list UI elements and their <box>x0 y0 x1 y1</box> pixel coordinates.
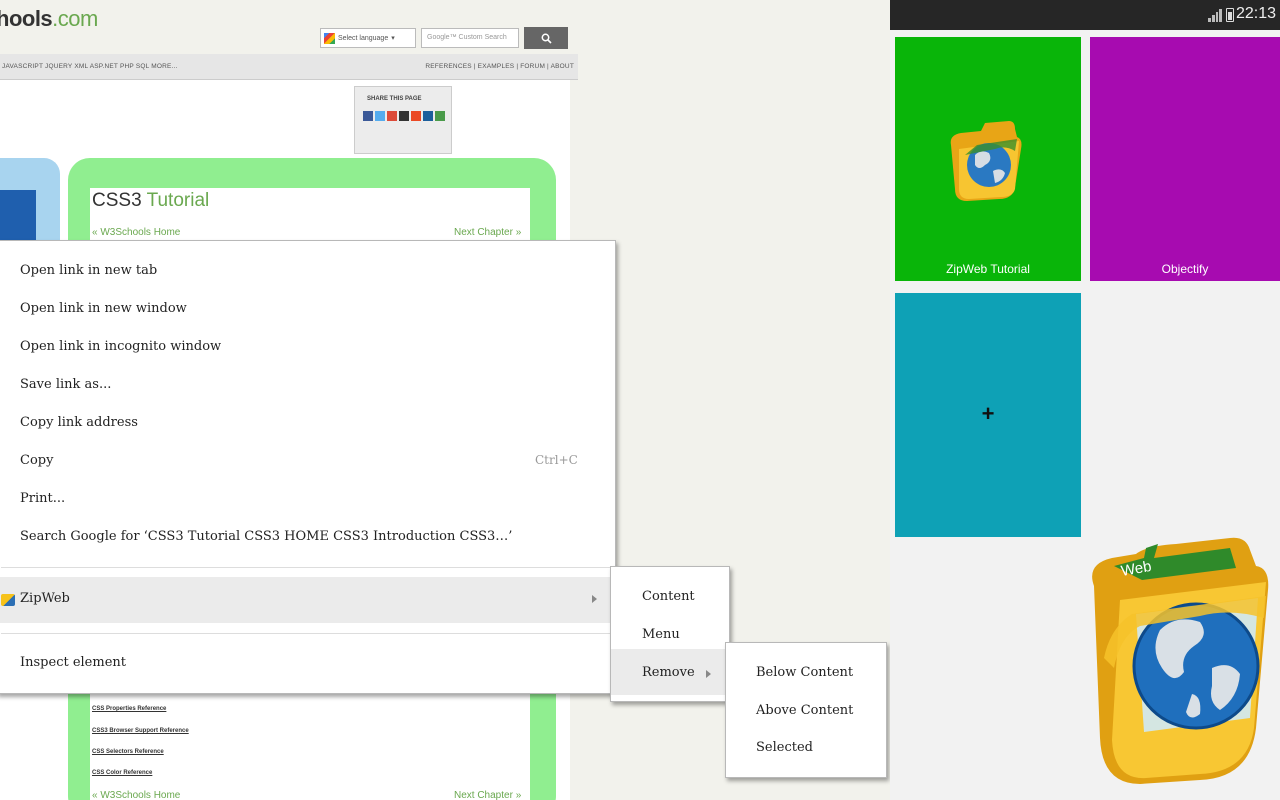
tile-add[interactable]: + <box>895 293 1081 537</box>
topnav-right-links[interactable]: REFERENCES | EXAMPLES | FORUM | ABOUT <box>425 63 574 70</box>
language-select-label: Select language <box>338 34 389 42</box>
logo-text: hools <box>0 6 53 31</box>
status-bar: 22:13 <box>890 0 1280 30</box>
submenu-arrow-icon <box>592 595 597 603</box>
remove-below-content[interactable]: Below Content <box>756 665 853 680</box>
submenu-arrow-icon <box>706 670 711 678</box>
w3schools-logo[interactable]: hools.com <box>0 6 98 32</box>
share-icons <box>363 111 445 121</box>
top-navigation: JAVASCRIPT JQUERY XML ASP.NET PHP SQL MO… <box>0 54 578 80</box>
android-screen: 22:13 ZipWeb Tutorial Objectify + Web <box>890 0 1280 800</box>
submenu-remove[interactable]: Remove <box>611 649 729 695</box>
prev-chapter-link-bottom[interactable]: « W3Schools Home <box>92 790 180 800</box>
battery-icon <box>1226 8 1234 22</box>
menu-copy-link-address[interactable]: Copy link address <box>20 415 138 430</box>
reference-link[interactable]: CSS Color Reference <box>92 770 152 776</box>
reference-link[interactable]: CSS Selectors Reference <box>92 749 164 755</box>
topnav-left-links[interactable]: JAVASCRIPT JQUERY XML ASP.NET PHP SQL MO… <box>2 63 178 70</box>
search-icon <box>541 33 552 44</box>
menu-search-google[interactable]: Search Google for ‘CSS3 Tutorial CSS3 HO… <box>20 529 512 544</box>
zipweb-folder-icon <box>950 121 1022 201</box>
submenu-content[interactable]: Content <box>642 589 695 604</box>
zipweb-icon <box>1 594 15 606</box>
menu-inspect-element[interactable]: Inspect element <box>20 655 126 670</box>
page-title-part1: CSS3 <box>92 190 142 211</box>
menu-divider <box>1 567 611 568</box>
menu-zipweb[interactable]: ZipWeb <box>0 577 615 623</box>
facebook-icon[interactable] <box>363 111 373 121</box>
menu-open-new-window[interactable]: Open link in new window <box>20 301 187 316</box>
status-clock: 22:13 <box>1235 5 1276 22</box>
remove-above-content[interactable]: Above Content <box>756 703 853 718</box>
copy-shortcut: Ctrl+C <box>535 453 578 467</box>
submenu-menu[interactable]: Menu <box>642 627 680 642</box>
menu-save-link[interactable]: Save link as... <box>20 377 111 392</box>
next-chapter-link[interactable]: Next Chapter » <box>454 227 521 238</box>
search-button[interactable] <box>524 27 568 49</box>
remove-submenu: Below Content Above Content Selected <box>725 642 887 778</box>
submenu-remove-label: Remove <box>642 665 695 680</box>
digg-icon[interactable] <box>423 111 433 121</box>
menu-divider <box>1 633 611 634</box>
remove-selected[interactable]: Selected <box>756 740 813 755</box>
tile-label: Objectify <box>1161 262 1209 276</box>
signal-icon <box>1208 8 1222 22</box>
stumble-icon[interactable] <box>411 111 421 121</box>
logo-domain: .com <box>52 6 98 31</box>
menu-open-new-tab[interactable]: Open link in new tab <box>20 263 157 278</box>
share-label: SHARE THIS PAGE <box>367 96 422 102</box>
google-plus-icon[interactable] <box>387 111 397 121</box>
email-icon[interactable] <box>435 111 445 121</box>
page-title: CSS3 Tutorial <box>92 190 209 212</box>
tile-zipweb-tutorial[interactable]: ZipWeb Tutorial <box>895 37 1081 281</box>
menu-copy[interactable]: Copy <box>20 453 53 468</box>
share-box: SHARE THIS PAGE <box>354 86 452 154</box>
menu-open-incognito[interactable]: Open link in incognito window <box>20 339 221 354</box>
language-select[interactable]: Select language ▾ <box>320 28 416 48</box>
sidebar-block <box>0 190 36 240</box>
next-chapter-link-bottom[interactable]: Next Chapter » <box>454 790 521 800</box>
delicious-icon[interactable] <box>399 111 409 121</box>
twitter-icon[interactable] <box>375 111 385 121</box>
plus-icon: + <box>981 401 995 426</box>
tile-label: ZipWeb Tutorial <box>946 262 1030 276</box>
zipweb-submenu: Content Menu Remove <box>610 566 730 702</box>
google-search-input[interactable]: Google™ Custom Search <box>421 28 519 48</box>
status-icons <box>1208 8 1234 22</box>
google-icon <box>324 32 335 44</box>
menu-print[interactable]: Print... <box>20 491 65 506</box>
menu-zipweb-label: ZipWeb <box>20 591 70 606</box>
prev-chapter-link[interactable]: « W3Schools Home <box>92 227 180 238</box>
page-title-part2: Tutorial <box>146 190 210 211</box>
tile-objectify[interactable]: Objectify <box>1090 37 1280 281</box>
zipweb-logo: Web <box>1092 537 1269 784</box>
reference-link[interactable]: CSS3 Browser Support Reference <box>92 728 189 734</box>
chevron-down-icon: ▾ <box>391 35 395 42</box>
reference-link[interactable]: CSS Properties Reference <box>92 706 166 712</box>
context-menu: Open link in new tab Open link in new wi… <box>0 240 616 694</box>
